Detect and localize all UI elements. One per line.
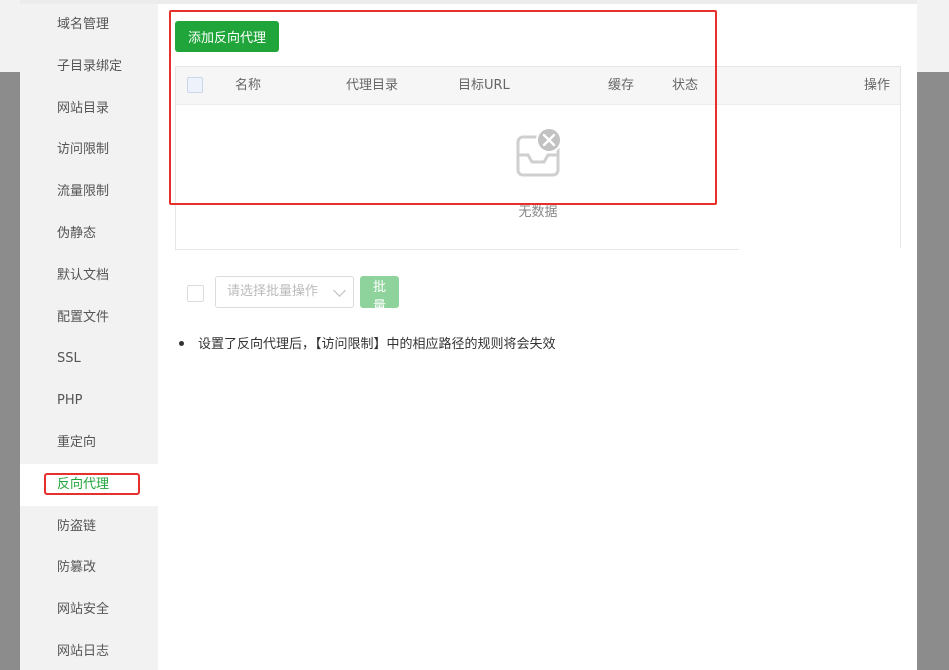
- batch-operation-select[interactable]: 请选择批量操作: [215, 276, 354, 308]
- batch-operation-button[interactable]: 批量操作: [360, 276, 400, 352]
- select-all-checkbox[interactable]: [187, 77, 203, 93]
- column-header-name: 名称: [235, 78, 262, 93]
- sidebar-item-tamper-proof[interactable]: 防篡改: [20, 547, 158, 589]
- table-header: 名称 代理目录 目标URL 缓存 状态 操作: [176, 67, 900, 105]
- sidebar-item-ssl[interactable]: SSL: [20, 338, 158, 380]
- empty-state-text: 无数据: [518, 205, 558, 220]
- sidebar-item-hotlink-protection[interactable]: 防盗链: [20, 506, 158, 548]
- settings-sidebar: 域名管理 子目录绑定 网站目录 访问限制 流量限制 伪静态 默认文档 配置文件 …: [20, 4, 158, 670]
- empty-inbox-icon: [516, 127, 562, 177]
- column-header-proxy-dir: 代理目录: [346, 78, 399, 93]
- column-header-status: 状态: [672, 78, 699, 93]
- sidebar-item-subdir-binding[interactable]: 子目录绑定: [20, 46, 158, 88]
- sidebar-item-site-security[interactable]: 网站安全: [20, 589, 158, 631]
- column-header-cache: 缓存: [608, 78, 635, 93]
- sidebar-item-domain[interactable]: 域名管理: [20, 4, 158, 46]
- sidebar-item-php[interactable]: PHP: [20, 380, 158, 422]
- sidebar-item-rewrite[interactable]: 伪静态: [20, 213, 158, 255]
- sidebar-item-default-doc[interactable]: 默认文档: [20, 255, 158, 297]
- column-header-actions: 操作: [864, 78, 891, 93]
- chevron-down-icon: [333, 284, 346, 297]
- batch-select-placeholder: 请选择批量操作: [227, 284, 319, 299]
- reverse-proxy-note: 设置了反向代理后，【访问限制】中的相应路径的规则将会失效: [179, 333, 556, 352]
- sidebar-item-site-logs[interactable]: 网站日志: [20, 631, 158, 670]
- sidebar-item-traffic-limit[interactable]: 流量限制: [20, 171, 158, 213]
- reverse-proxy-panel: 添加反向代理 名称 代理目录 目标URL 缓存 状态 操作 无数据 请选择批量操…: [158, 4, 917, 670]
- sidebar-item-config-file[interactable]: 配置文件: [20, 297, 158, 339]
- add-reverse-proxy-button[interactable]: 添加反向代理: [175, 21, 280, 52]
- sidebar-item-reverse-proxy[interactable]: 反向代理: [20, 463, 158, 506]
- proxy-table: 名称 代理目录 目标URL 缓存 状态 操作 无数据: [175, 66, 904, 252]
- sidebar-item-access-limit[interactable]: 访问限制: [20, 129, 158, 171]
- site-settings-dialog: 域名管理 子目录绑定 网站目录 访问限制 流量限制 伪静态 默认文档 配置文件 …: [20, 0, 917, 670]
- batch-select-checkbox[interactable]: [187, 285, 204, 302]
- sidebar-item-redirect[interactable]: 重定向: [20, 422, 158, 464]
- sidebar-item-site-directory[interactable]: 网站目录: [20, 88, 158, 130]
- column-header-target-url: 目标URL: [458, 78, 510, 93]
